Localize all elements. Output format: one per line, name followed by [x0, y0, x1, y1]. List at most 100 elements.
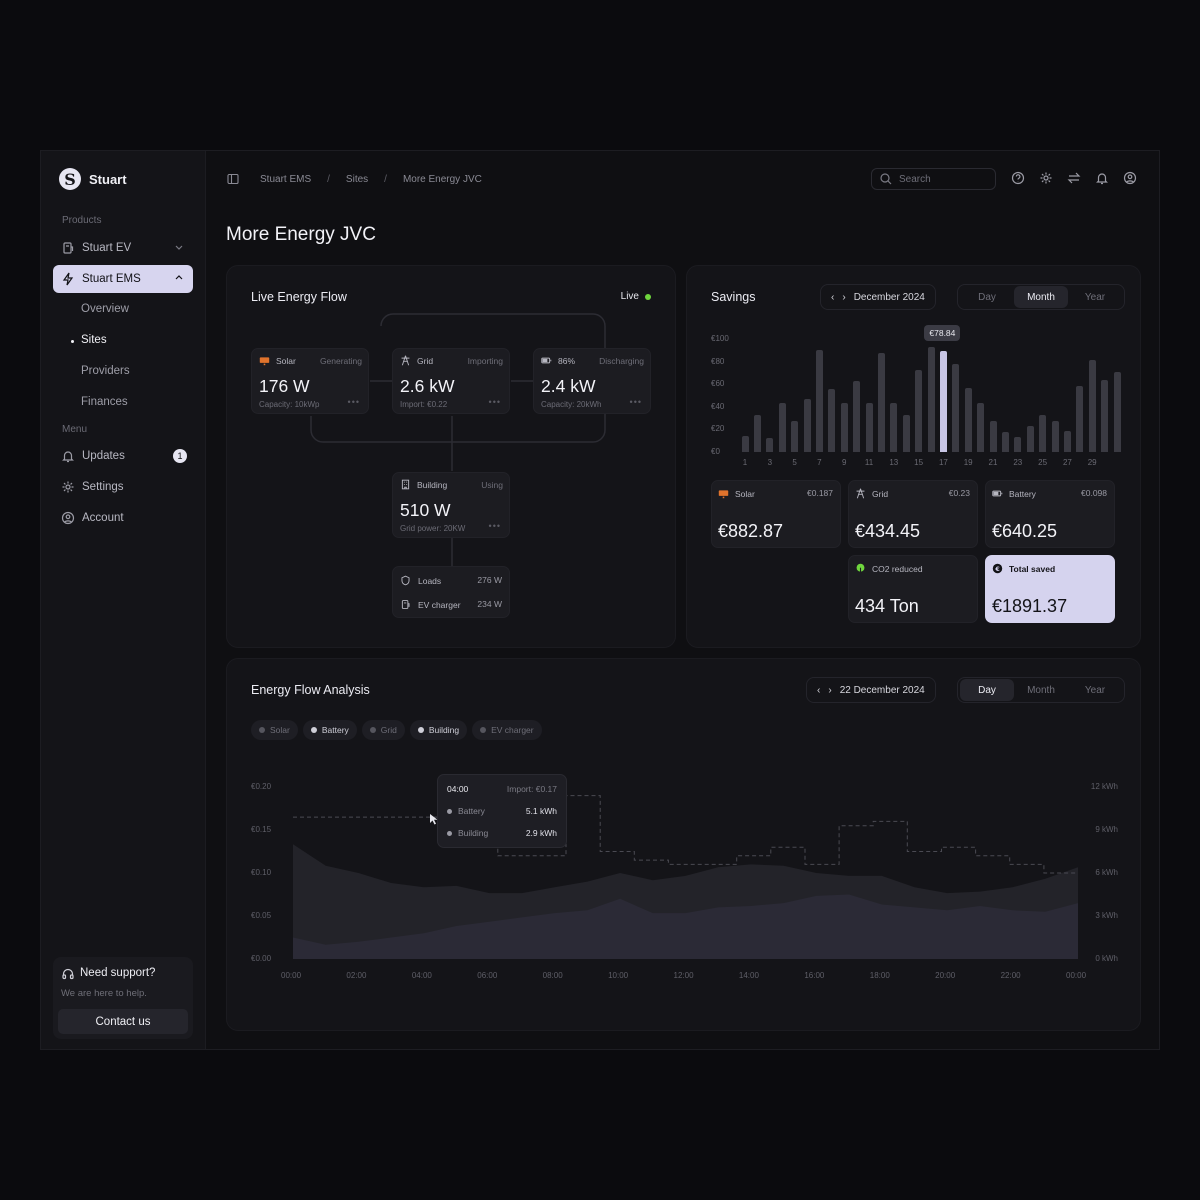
tooltip-import: Import: €0.17	[506, 784, 557, 794]
x-tick-label: 27	[1062, 458, 1072, 467]
savings-bar[interactable]	[964, 387, 972, 452]
bolt-icon	[61, 272, 75, 286]
sidebar-sub-sites[interactable]: Sites	[71, 334, 107, 346]
savings-bar[interactable]	[1026, 426, 1034, 452]
savings-bar[interactable]	[915, 369, 923, 452]
gear-icon	[61, 480, 75, 494]
power-tower-icon	[855, 488, 866, 499]
bell-icon	[61, 449, 75, 463]
saving-label: Total saved	[1009, 563, 1056, 574]
savings-bar[interactable]	[890, 403, 898, 452]
savings-card-total[interactable]: € Total saved €1891.37	[985, 555, 1115, 623]
savings-card-solar[interactable]: Solar €0.187 €882.87	[711, 480, 841, 548]
y-tick-label: €60	[711, 379, 725, 389]
savings-bar[interactable]	[1063, 430, 1071, 452]
more-icon[interactable]: •••	[489, 521, 501, 531]
breadcrumb-item[interactable]: Stuart EMS	[260, 174, 311, 185]
savings-card-grid[interactable]: Grid €0.23 €434.45	[848, 480, 978, 548]
battery-node[interactable]: 86% Discharging 2.4 kW Capacity: 20kWh •…	[533, 348, 651, 414]
energy-flow-analysis-card: Energy Flow Analysis ‹ › 22 December 202…	[226, 658, 1141, 1031]
savings-card: Savings ‹ › December 2024 Day Month Year…	[686, 265, 1141, 648]
x-tick-label: 15	[914, 458, 924, 467]
breadcrumb-item[interactable]: Sites	[346, 174, 368, 185]
sidebar-item-updates[interactable]: Updates 1	[53, 442, 193, 470]
building-node[interactable]: Building Using 510 W Grid power: 20KW ••…	[392, 472, 510, 538]
node-value: 2.6 kW	[400, 376, 455, 396]
savings-bar[interactable]	[902, 414, 910, 452]
grid-node[interactable]: Grid Importing 2.6 kW Import: €0.22 •••	[392, 348, 510, 414]
more-icon[interactable]: •••	[348, 397, 360, 407]
y-tick-label: €20	[711, 424, 725, 434]
savings-bar[interactable]	[865, 403, 873, 452]
savings-bar[interactable]	[803, 398, 811, 452]
savings-bar[interactable]	[753, 414, 761, 452]
sidebar-item-label: Account	[82, 512, 124, 524]
savings-bar[interactable]	[791, 421, 799, 452]
contact-us-button[interactable]: Contact us	[58, 1009, 188, 1034]
chart-tooltip: 04:00 Import: €0.17 Battery 5.1 kWh Build…	[437, 774, 567, 848]
node-value: 176 W	[259, 376, 310, 396]
sidebar-toggle-icon[interactable]	[226, 172, 240, 186]
savings-bar[interactable]	[741, 436, 749, 452]
tooltip-dot	[447, 808, 452, 814]
x-tick-label: 13	[889, 458, 899, 467]
savings-bar[interactable]	[778, 403, 786, 452]
node-status: Importing	[467, 356, 503, 366]
savings-bar[interactable]	[1051, 421, 1059, 452]
updates-badge: 1	[173, 449, 187, 463]
solar-panel-icon	[259, 355, 270, 366]
sidebar-sub-overview[interactable]: Overview	[81, 303, 129, 315]
node-status: Using	[481, 480, 503, 490]
area-chart-svg	[293, 795, 1078, 959]
savings-bar[interactable]	[977, 403, 985, 452]
gear-icon[interactable]	[1039, 171, 1053, 185]
node-label: Solar	[276, 355, 296, 366]
support-desc: We are here to help.	[61, 988, 147, 999]
saving-label: Grid	[872, 488, 889, 499]
sidebar-item-settings[interactable]: Settings	[53, 473, 193, 501]
bell-icon[interactable]	[1095, 171, 1109, 185]
savings-bar[interactable]	[927, 346, 935, 452]
sidebar-sub-finances[interactable]: Finances	[81, 396, 128, 408]
savings-bar[interactable]	[1088, 360, 1096, 452]
savings-card-co2[interactable]: CO2 reduced 434 Ton	[848, 555, 978, 623]
savings-bar[interactable]	[840, 403, 848, 452]
bar-tooltip: €78.84	[924, 325, 961, 342]
savings-bar[interactable]	[1113, 371, 1121, 452]
sidebar-item-stuart-ems[interactable]: Stuart EMS	[53, 265, 193, 293]
solar-node[interactable]: Solar Generating 176 W Capacity: 10kWp •…	[251, 348, 369, 414]
logo[interactable]: S Stuart	[59, 168, 127, 190]
savings-bar[interactable]	[952, 363, 960, 452]
swap-icon[interactable]	[1067, 171, 1081, 185]
help-icon[interactable]	[1011, 171, 1025, 185]
savings-bar[interactable]	[853, 380, 861, 452]
savings-bar[interactable]	[815, 350, 823, 452]
loads-node[interactable]: Loads 276 W EV charger 234 W	[392, 566, 510, 618]
saving-value: €434.45	[855, 521, 921, 541]
savings-bar[interactable]	[1039, 414, 1047, 452]
savings-bar[interactable]	[939, 351, 947, 452]
savings-card-battery[interactable]: Battery €0.098 €640.25	[985, 480, 1115, 548]
savings-bar[interactable]	[877, 352, 885, 452]
savings-bar[interactable]	[989, 421, 997, 452]
sidebar-item-stuart-ev[interactable]: Stuart EV	[53, 234, 193, 262]
sidebar-item-account[interactable]: Account	[53, 504, 193, 532]
savings-bar[interactable]	[1014, 437, 1022, 452]
search-input[interactable]: Search	[871, 168, 996, 190]
savings-bar[interactable]	[766, 438, 774, 452]
sidebar-sub-providers[interactable]: Providers	[81, 365, 130, 377]
node-sub: Capacity: 10kWp	[259, 400, 320, 409]
savings-bar[interactable]	[1101, 379, 1109, 452]
user-circle-icon[interactable]	[1123, 171, 1137, 185]
more-icon[interactable]: •••	[630, 397, 642, 407]
more-icon[interactable]: •••	[489, 397, 501, 407]
savings-bar[interactable]	[1076, 386, 1084, 452]
savings-bar[interactable]	[1001, 431, 1009, 452]
savings-bar[interactable]	[828, 388, 836, 452]
tooltip-value: 5.1 kWh	[525, 806, 557, 816]
x-tick-label: 9	[841, 458, 847, 467]
breadcrumb-item[interactable]: More Energy JVC	[403, 174, 482, 185]
solar-panel-icon	[718, 488, 729, 499]
savings-bar-chart: €100 €80 €60 €40 €20 €0 1 3 5 7 9 11 13 15 17 19 21 23 25 2…	[687, 266, 1142, 486]
load-value: 234 W	[477, 599, 502, 609]
